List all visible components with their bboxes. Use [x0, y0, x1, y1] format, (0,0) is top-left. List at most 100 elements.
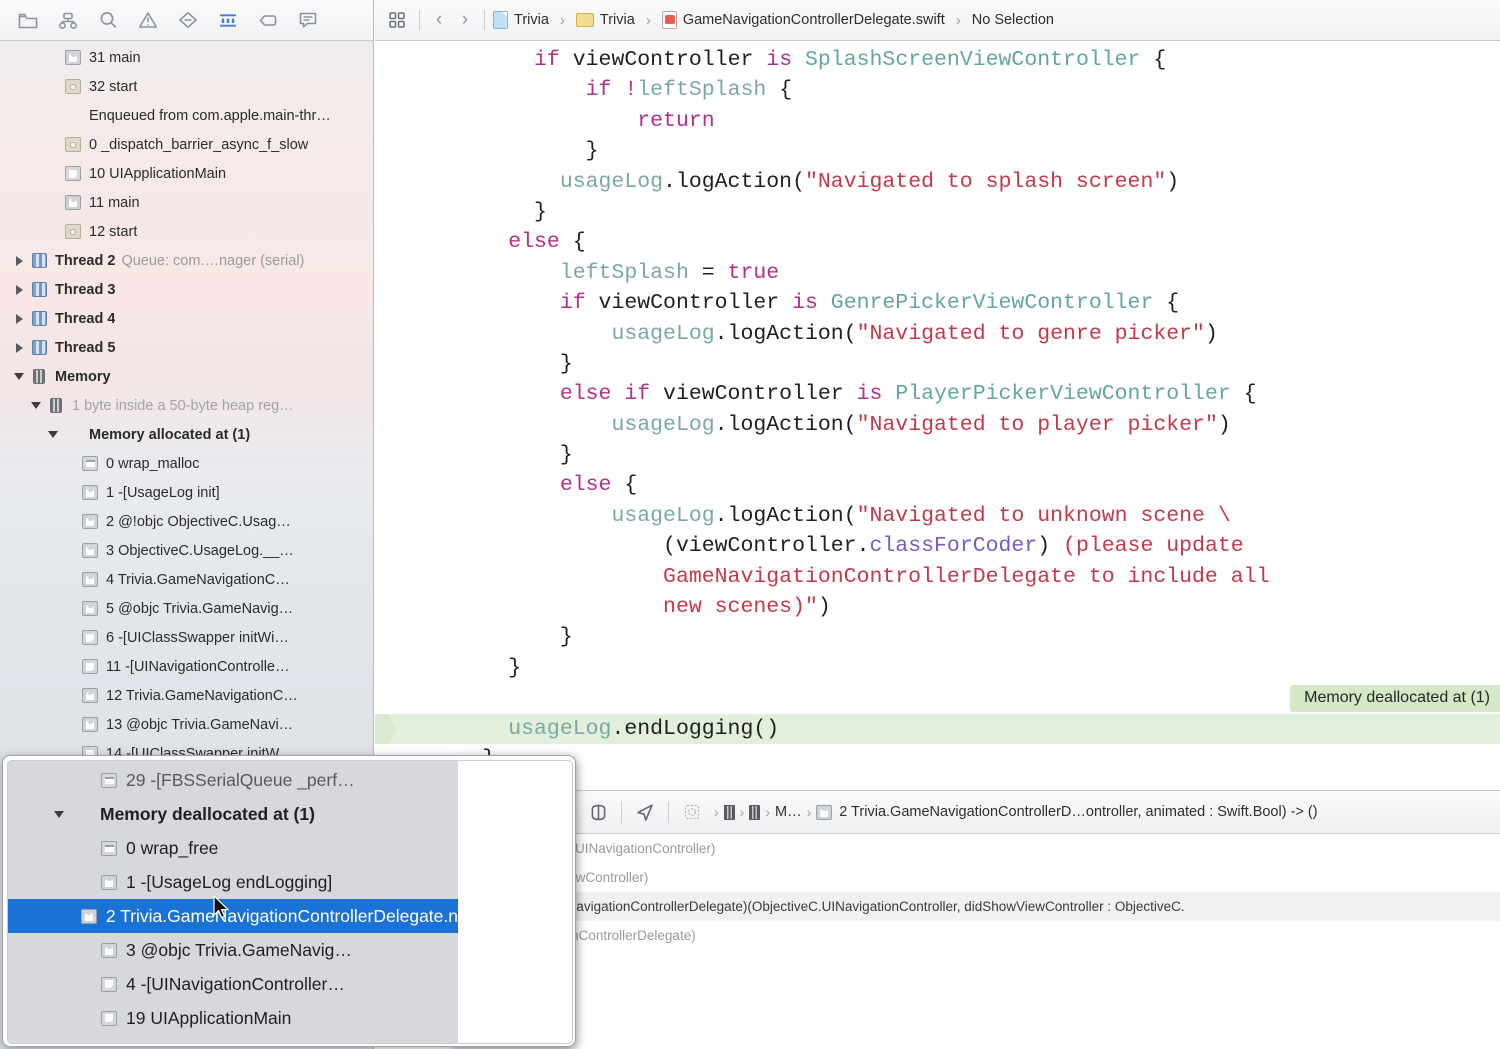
popover-row[interactable]: 4 -[UINavigationController… [8, 967, 458, 1001]
navigator-row[interactable]: 10 UIApplicationMain [0, 159, 373, 188]
popover-row[interactable]: 1 -[UsageLog endLogging] [8, 865, 458, 899]
code-line[interactable]: new scenes)") [375, 592, 1500, 622]
code-line[interactable]: usageLog.logAction("Navigated to unknown… [375, 501, 1500, 531]
navigator-row[interactable]: 1 -[UsageLog init] [0, 478, 373, 507]
popover-row[interactable]: Memory deallocated at (1) [8, 797, 458, 831]
breadcrumb-item[interactable]: GameNavigationControllerDelegate.swift [662, 11, 945, 29]
memory-deallocated-popover[interactable]: 29 -[FBSSerialQueue _perf…Memory dealloc… [2, 755, 576, 1047]
navigator-row[interactable]: 11 -[UINavigationControlle… [0, 652, 373, 681]
code-line[interactable]: usageLog.logAction("Navigated to genre p… [375, 319, 1500, 349]
thread-stack-icon[interactable] [749, 805, 760, 820]
breadcrumb-label: No Selection [972, 12, 1054, 28]
navigator-row[interactable]: 6 -[UIClassSwapper initWi… [0, 623, 373, 652]
framework-frame-icon [100, 1011, 118, 1026]
disclosure-triangle-open[interactable] [8, 373, 30, 380]
code-line[interactable]: if !leftSplash { [375, 75, 1500, 105]
disclosure-triangle-open[interactable] [25, 402, 47, 409]
breakpoint-tag-icon[interactable] [248, 5, 288, 35]
navigator-row[interactable]: 11 main [0, 188, 373, 217]
project-navigator-icon[interactable] [8, 5, 48, 35]
navigator-row[interactable]: Thread 5 [0, 333, 373, 362]
disclosure-triangle-open[interactable] [44, 811, 74, 818]
navigator-row[interactable]: 2 @!objc ObjectiveC.Usag… [0, 507, 373, 536]
popover-row[interactable]: 0 wrap_free [8, 831, 458, 865]
blank-icon [64, 108, 82, 124]
navigator-row[interactable]: Memory [0, 362, 373, 391]
forward-button[interactable]: › [452, 9, 478, 31]
code-line[interactable]: usageLog.logAction("Navigated to player … [375, 410, 1500, 440]
code-line[interactable]: (viewController.classForCoder) (please u… [375, 531, 1500, 561]
code-line[interactable]: return [375, 106, 1500, 136]
divider [419, 10, 420, 30]
disclosure-triangle-closed[interactable] [8, 343, 30, 353]
chevron-icon: › [709, 804, 724, 820]
thread-stack-icon[interactable] [724, 805, 735, 820]
person-frame-icon [81, 514, 99, 530]
navigator-row[interactable]: Thread 3 [0, 275, 373, 304]
back-button[interactable]: ‹ [426, 9, 452, 31]
navigator-row-label: Thread 2 [55, 253, 115, 269]
debug-process-icon[interactable] [675, 797, 709, 827]
code-line[interactable]: else { [375, 470, 1500, 500]
person-frame-icon [64, 50, 82, 66]
disclosure-triangle-closed[interactable] [8, 285, 30, 295]
navigator-row[interactable]: Thread 2Queue: com.…nager (serial) [0, 246, 373, 275]
navigator-row[interactable]: 0 _dispatch_barrier_async_f_slow [0, 130, 373, 159]
navigator-row[interactable]: 5 @objc Trivia.GameNavig… [0, 594, 373, 623]
code-line[interactable]: } [375, 653, 1500, 683]
code-line[interactable]: if viewController is GenrePickerViewCont… [375, 288, 1500, 318]
navigator-row[interactable]: Enqueued from com.apple.main-thr… [0, 101, 373, 130]
code-line[interactable]: else { [375, 227, 1500, 257]
diamond-icon[interactable] [168, 5, 208, 35]
navigator-row[interactable]: 4 Trivia.GameNavigationC… [0, 565, 373, 594]
popover-row[interactable]: 3 @objc Trivia.GameNavig… [8, 933, 458, 967]
simulate-location-icon[interactable] [581, 797, 615, 827]
warning-icon[interactable] [128, 5, 168, 35]
navigator-row[interactable]: 0 wrap_malloc [0, 449, 373, 478]
process-label[interactable]: M… [775, 804, 802, 820]
memory-deallocated-badge[interactable]: Memory deallocated at (1) [1290, 685, 1500, 712]
library-frame-icon [100, 773, 118, 788]
breadcrumb-item[interactable]: Trivia [576, 12, 635, 28]
code-line[interactable]: } [375, 349, 1500, 379]
code-line[interactable]: } [375, 622, 1500, 652]
breadcrumb-item[interactable]: Trivia [493, 11, 549, 29]
code-line[interactable]: if viewController is SplashScreenViewCon… [375, 45, 1500, 75]
code-line[interactable]: leftSplash = true [375, 258, 1500, 288]
navigator-row[interactable]: Memory allocated at (1) [0, 420, 373, 449]
disclosure-triangle-closed[interactable] [8, 314, 30, 324]
navigator-row[interactable]: 31 main [0, 43, 373, 72]
disclosure-triangle-open[interactable] [42, 431, 64, 438]
popover-row-selected[interactable]: 2 Trivia.GameNavigationControllerDelegat… [8, 899, 458, 933]
debug-navigator-icon[interactable] [208, 5, 248, 35]
code-line[interactable]: usageLog.logAction("Navigated to splash … [375, 167, 1500, 197]
grid-icon[interactable] [381, 5, 413, 35]
code-line[interactable]: } [375, 197, 1500, 227]
code-line[interactable]: } [375, 440, 1500, 470]
breadcrumb[interactable]: Trivia›Trivia›GameNavigationControllerDe… [491, 11, 1056, 29]
code-line[interactable]: else if viewController is PlayerPickerVi… [375, 379, 1500, 409]
disclosure-triangle-closed[interactable] [8, 256, 30, 266]
popover-row[interactable]: 29 -[FBSSerialQueue _perf… [8, 763, 458, 797]
navigator-row[interactable]: Thread 4 [0, 304, 373, 333]
popover-row-label: 0 wrap_free [126, 838, 218, 859]
code-line[interactable]: GameNavigationControllerDelegate to incl… [375, 562, 1500, 592]
report-message-icon[interactable] [288, 5, 328, 35]
project-file-icon [493, 11, 508, 29]
navigator-row[interactable]: 32 start [0, 72, 373, 101]
location-arrow-icon[interactable] [628, 797, 662, 827]
source-control-navigator-icon[interactable] [48, 5, 88, 35]
navigator-row[interactable]: 3 ObjectiveC.UsageLog.__… [0, 536, 373, 565]
navigator-row[interactable]: 1 byte inside a 50-byte heap reg… [0, 391, 373, 420]
popover-row[interactable]: 20 main [8, 1035, 458, 1043]
code-line[interactable]: } [375, 136, 1500, 166]
popover-row[interactable]: 19 UIApplicationMain [8, 1001, 458, 1035]
navigator-row[interactable]: 12 Trivia.GameNavigationC… [0, 681, 373, 710]
current-frame-label[interactable]: 2 Trivia.GameNavigationControllerD…ontro… [839, 804, 1317, 820]
search-icon[interactable] [88, 5, 128, 35]
code-line-highlighted[interactable]: usageLog.endLogging() [375, 714, 1500, 744]
breadcrumb-item[interactable]: No Selection [972, 12, 1054, 28]
navigator-row[interactable]: 13 @objc Trivia.GameNavi… [0, 710, 373, 739]
navigator-row[interactable]: 12 start [0, 217, 373, 246]
deallocation-stack-list[interactable]: 29 -[FBSSerialQueue _perf…Memory dealloc… [8, 761, 458, 1043]
